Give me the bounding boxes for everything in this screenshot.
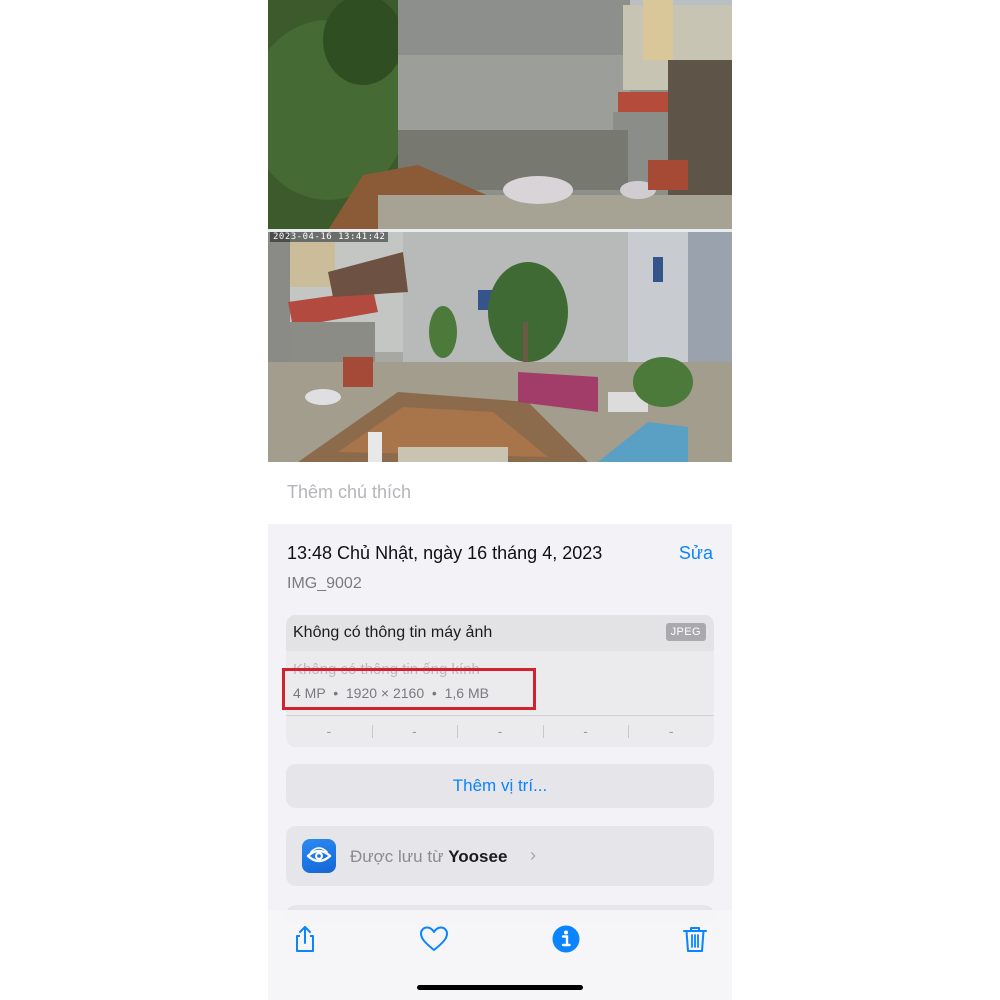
exif-exposure-bias: - — [457, 716, 543, 747]
camera-view-top — [268, 0, 732, 230]
heart-icon[interactable] — [419, 924, 449, 954]
exif-row: - - - - - — [286, 715, 714, 747]
photo-preview[interactable]: 2023-04-16 13:41:42 — [268, 0, 732, 462]
exif-focal-length: - — [371, 716, 458, 747]
photo-info-screen: 2023-04-16 13:41:42 Thêm chú thích 13:48… — [268, 0, 732, 1000]
specs-highlight — [282, 668, 536, 710]
yoosee-app-icon — [302, 839, 336, 873]
camera-timestamp: 2023-04-16 13:41:42 — [270, 232, 389, 242]
chevron-right-icon: › — [530, 845, 536, 865]
exif-shutter-speed: - — [628, 716, 714, 747]
exif-iso: - — [326, 723, 332, 739]
home-indicator — [417, 985, 583, 990]
photo-datetime: 13:48 Chủ Nhật, ngày 16 tháng 4, 2023 — [287, 543, 603, 563]
camera-info: Không có thông tin máy ảnh — [293, 624, 493, 641]
saved-from-row[interactable]: Được lưu từ Yoosee › — [286, 826, 714, 886]
camera-view-bottom — [268, 232, 732, 462]
edit-button[interactable]: Sửa — [679, 543, 713, 564]
add-location-button[interactable]: Thêm vị trí... — [286, 764, 714, 808]
caption-area[interactable]: Thêm chú thích — [268, 462, 732, 524]
share-icon[interactable] — [290, 924, 320, 954]
exif-aperture: - — [542, 716, 629, 747]
saved-from-label: Được lưu từ Yoosee — [350, 847, 507, 867]
metadata-header: Không có thông tin máy ảnh JPEG — [286, 615, 714, 651]
saved-from-prefix: Được lưu từ — [350, 847, 444, 866]
source-app-name: Yoosee — [448, 847, 508, 866]
format-badge: JPEG — [665, 623, 706, 641]
photo-filename: IMG_9002 — [287, 575, 362, 592]
info-icon[interactable] — [551, 924, 581, 954]
trash-icon[interactable] — [680, 924, 710, 954]
caption-input[interactable]: Thêm chú thích — [287, 482, 411, 503]
